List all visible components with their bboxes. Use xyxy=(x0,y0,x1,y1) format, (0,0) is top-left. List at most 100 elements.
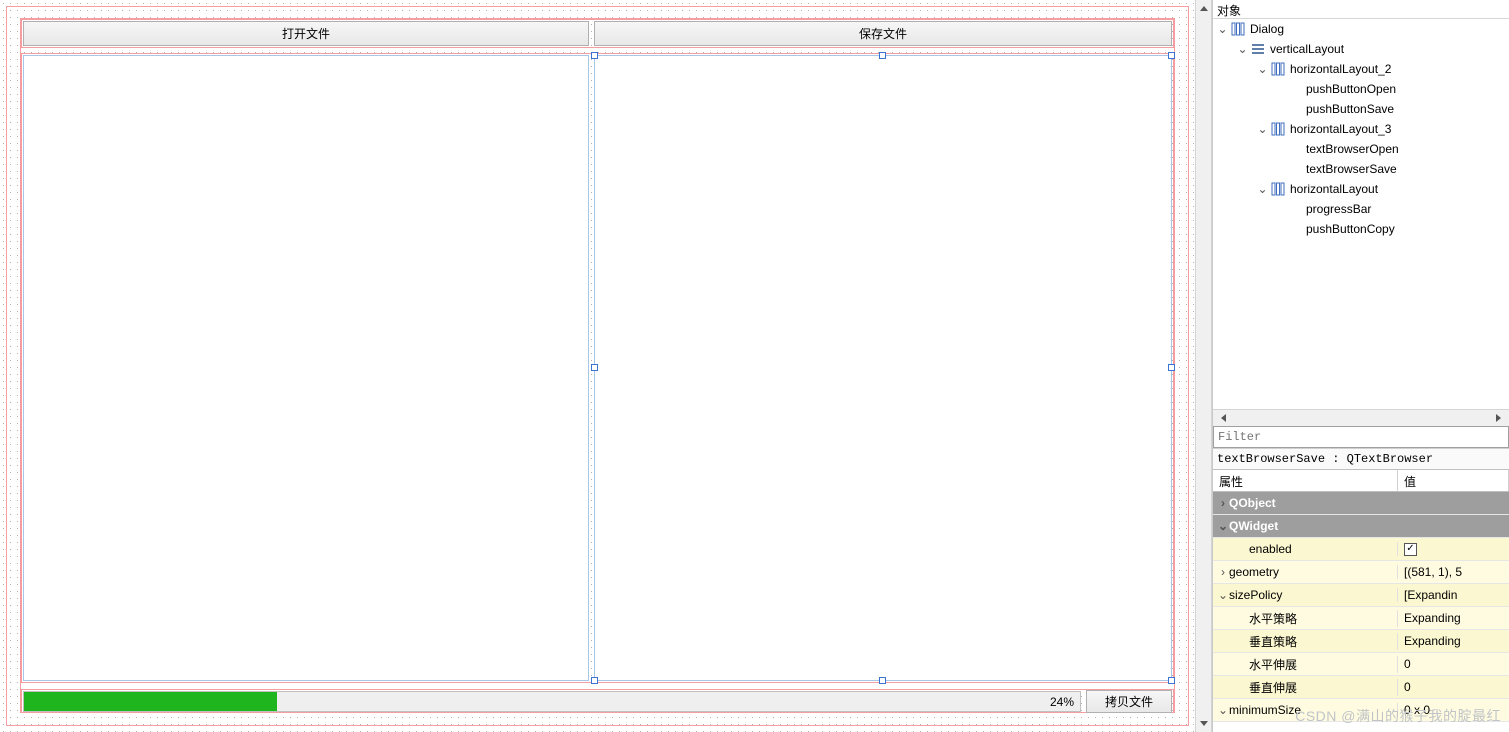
property-header: 属性 值 xyxy=(1213,470,1509,492)
object-inspector-header: 对象 xyxy=(1213,0,1509,19)
layout-icon xyxy=(1270,121,1286,137)
resize-handle-icon[interactable] xyxy=(1168,364,1175,371)
prop-row-geometry[interactable]: ›geometry [(581, 1), 5 xyxy=(1213,561,1509,584)
open-file-button[interactable]: 打开文件 xyxy=(23,21,589,46)
property-editor[interactable]: ›QObject⌄QWidgetenabled›geometry[(581, 1… xyxy=(1213,492,1509,732)
tree-item-horizontalLayout_3[interactable]: ⌄horizontalLayout_3 xyxy=(1213,119,1509,139)
prop-value: 0 xyxy=(1404,680,1411,694)
property-header-name: 属性 xyxy=(1213,470,1398,491)
resize-handle-icon[interactable] xyxy=(879,677,886,684)
tree-horizontal-scrollbar[interactable] xyxy=(1213,409,1509,426)
tree-item-label: Dialog xyxy=(1250,22,1284,36)
text-browser-save[interactable] xyxy=(594,55,1172,681)
tree-item-label: pushButtonCopy xyxy=(1306,222,1395,236)
tree-item-pushButtonSave[interactable]: pushButtonSave xyxy=(1213,99,1509,119)
progress-fill xyxy=(24,692,277,711)
prop-row-垂直伸展[interactable]: 垂直伸展 0 xyxy=(1213,676,1509,699)
scroll-left-button[interactable] xyxy=(1213,410,1230,426)
scrollbar-track[interactable] xyxy=(1230,410,1492,426)
form-designer-canvas[interactable]: 打开文件 保存文件 xyxy=(0,0,1195,732)
chevron-down-icon[interactable]: ⌄ xyxy=(1257,62,1268,76)
filter-input[interactable] xyxy=(1213,426,1509,448)
chevron-down-icon[interactable]: ⌄ xyxy=(1217,22,1228,36)
prop-section-QWidget[interactable]: ⌄QWidget xyxy=(1213,515,1509,538)
chevron-right-icon[interactable]: › xyxy=(1217,565,1229,579)
chevron-down-icon[interactable]: ⌄ xyxy=(1217,588,1229,602)
scroll-right-button[interactable] xyxy=(1492,410,1509,426)
tree-item-verticalLayout[interactable]: ⌄ verticalLayout xyxy=(1213,39,1509,59)
tree-item-label: horizontalLayout xyxy=(1290,182,1378,196)
tree-item-label: horizontalLayout_2 xyxy=(1290,62,1391,76)
tree-item-label: pushButtonSave xyxy=(1306,102,1394,116)
tree-item-label: verticalLayout xyxy=(1270,42,1344,56)
tree-item-horizontalLayout_2[interactable]: ⌄ horizontalLayout_2 xyxy=(1213,59,1509,79)
copy-file-button[interactable]: 拷贝文件 xyxy=(1086,690,1172,713)
prop-value: [(581, 1), 5 xyxy=(1404,565,1462,579)
prop-name: 水平策略 xyxy=(1249,610,1297,627)
scroll-down-button[interactable] xyxy=(1196,715,1211,732)
checkbox[interactable] xyxy=(1404,543,1417,556)
tree-item-Dialog[interactable]: ⌄ Dialog xyxy=(1213,19,1509,39)
right-panel: 对象 ⌄Dialog⌄verticalLayout⌄horizontalLayo… xyxy=(1212,0,1509,732)
resize-handle-icon[interactable] xyxy=(591,677,598,684)
text-browser-open[interactable] xyxy=(23,55,589,681)
tree-item-progressBar[interactable]: progressBar xyxy=(1213,199,1509,219)
chevron-down-icon xyxy=(1200,721,1208,726)
prop-section-label: QWidget xyxy=(1229,519,1278,533)
prop-row-enabled[interactable]: enabled xyxy=(1213,538,1509,561)
tree-item-label: textBrowserOpen xyxy=(1306,142,1399,156)
vertical-layout-outline: 打开文件 保存文件 xyxy=(20,18,1175,713)
tree-item-horizontalLayout[interactable]: ⌄ horizontalLayout xyxy=(1213,179,1509,199)
layout-icon xyxy=(1270,61,1286,77)
prop-name: 垂直策略 xyxy=(1249,633,1297,650)
prop-name: 垂直伸展 xyxy=(1249,679,1297,696)
prop-value: Expanding xyxy=(1404,634,1461,648)
tree-item-textBrowserOpen[interactable]: textBrowserOpen xyxy=(1213,139,1509,159)
prop-section-QObject[interactable]: ›QObject xyxy=(1213,492,1509,515)
vertical-scrollbar[interactable] xyxy=(1195,0,1212,732)
save-file-button[interactable]: 保存文件 xyxy=(594,21,1172,46)
prop-name: 水平伸展 xyxy=(1249,656,1297,673)
chevron-down-icon[interactable]: ⌄ xyxy=(1257,122,1268,136)
selected-object-bar: textBrowserSave : QTextBrowser xyxy=(1213,448,1509,470)
prop-row-sizePolicy[interactable]: ⌄sizePolicy [Expandin xyxy=(1213,584,1509,607)
tree-item-label: pushButtonOpen xyxy=(1306,82,1396,96)
tree-item-pushButtonOpen[interactable]: pushButtonOpen xyxy=(1213,79,1509,99)
horizontal-layout-3-outline xyxy=(21,53,1174,683)
object-tree[interactable]: ⌄Dialog⌄verticalLayout⌄horizontalLayout_… xyxy=(1213,19,1509,409)
tree-item-label: progressBar xyxy=(1306,202,1371,216)
chevron-down-icon[interactable]: ⌄ xyxy=(1217,703,1229,717)
tree-item-pushButtonCopy[interactable]: pushButtonCopy xyxy=(1213,219,1509,239)
prop-row-水平策略[interactable]: 水平策略 Expanding xyxy=(1213,607,1509,630)
widget-icon xyxy=(1250,41,1266,57)
horizontal-layout-outline: 24% 拷贝文件 xyxy=(21,689,1174,713)
prop-value: [Expandin xyxy=(1404,588,1457,602)
layout-icon xyxy=(1230,21,1246,37)
prop-name: minimumSize xyxy=(1229,703,1301,717)
resize-handle-icon[interactable] xyxy=(591,52,598,59)
prop-name: sizePolicy xyxy=(1229,588,1282,602)
prop-section-label: QObject xyxy=(1229,496,1276,510)
prop-name: geometry xyxy=(1229,565,1279,579)
resize-handle-icon[interactable] xyxy=(1168,677,1175,684)
layout-icon xyxy=(1270,181,1286,197)
prop-row-水平伸展[interactable]: 水平伸展0 xyxy=(1213,653,1509,676)
progress-bar[interactable]: 24% xyxy=(23,691,1081,712)
chevron-left-icon xyxy=(1217,414,1226,422)
chevron-up-icon xyxy=(1200,6,1208,11)
property-header-value: 值 xyxy=(1398,470,1509,491)
prop-value: Expanding xyxy=(1404,611,1461,625)
progress-text: 24% xyxy=(1050,695,1074,709)
chevron-down-icon[interactable]: ⌄ xyxy=(1237,42,1248,56)
chevron-right-icon: › xyxy=(1217,496,1229,510)
chevron-down-icon[interactable]: ⌄ xyxy=(1257,182,1268,196)
prop-row-minimumSize[interactable]: ⌄minimumSize 0 x 0 xyxy=(1213,699,1509,722)
scrollbar-track[interactable] xyxy=(1196,17,1211,715)
resize-handle-icon[interactable] xyxy=(591,364,598,371)
prop-value: 0 x 0 xyxy=(1404,703,1430,717)
scroll-up-button[interactable] xyxy=(1196,0,1211,17)
resize-handle-icon[interactable] xyxy=(1168,52,1175,59)
tree-item-textBrowserSave[interactable]: textBrowserSave xyxy=(1213,159,1509,179)
resize-handle-icon[interactable] xyxy=(879,52,886,59)
prop-row-垂直策略[interactable]: 垂直策略 Expanding xyxy=(1213,630,1509,653)
